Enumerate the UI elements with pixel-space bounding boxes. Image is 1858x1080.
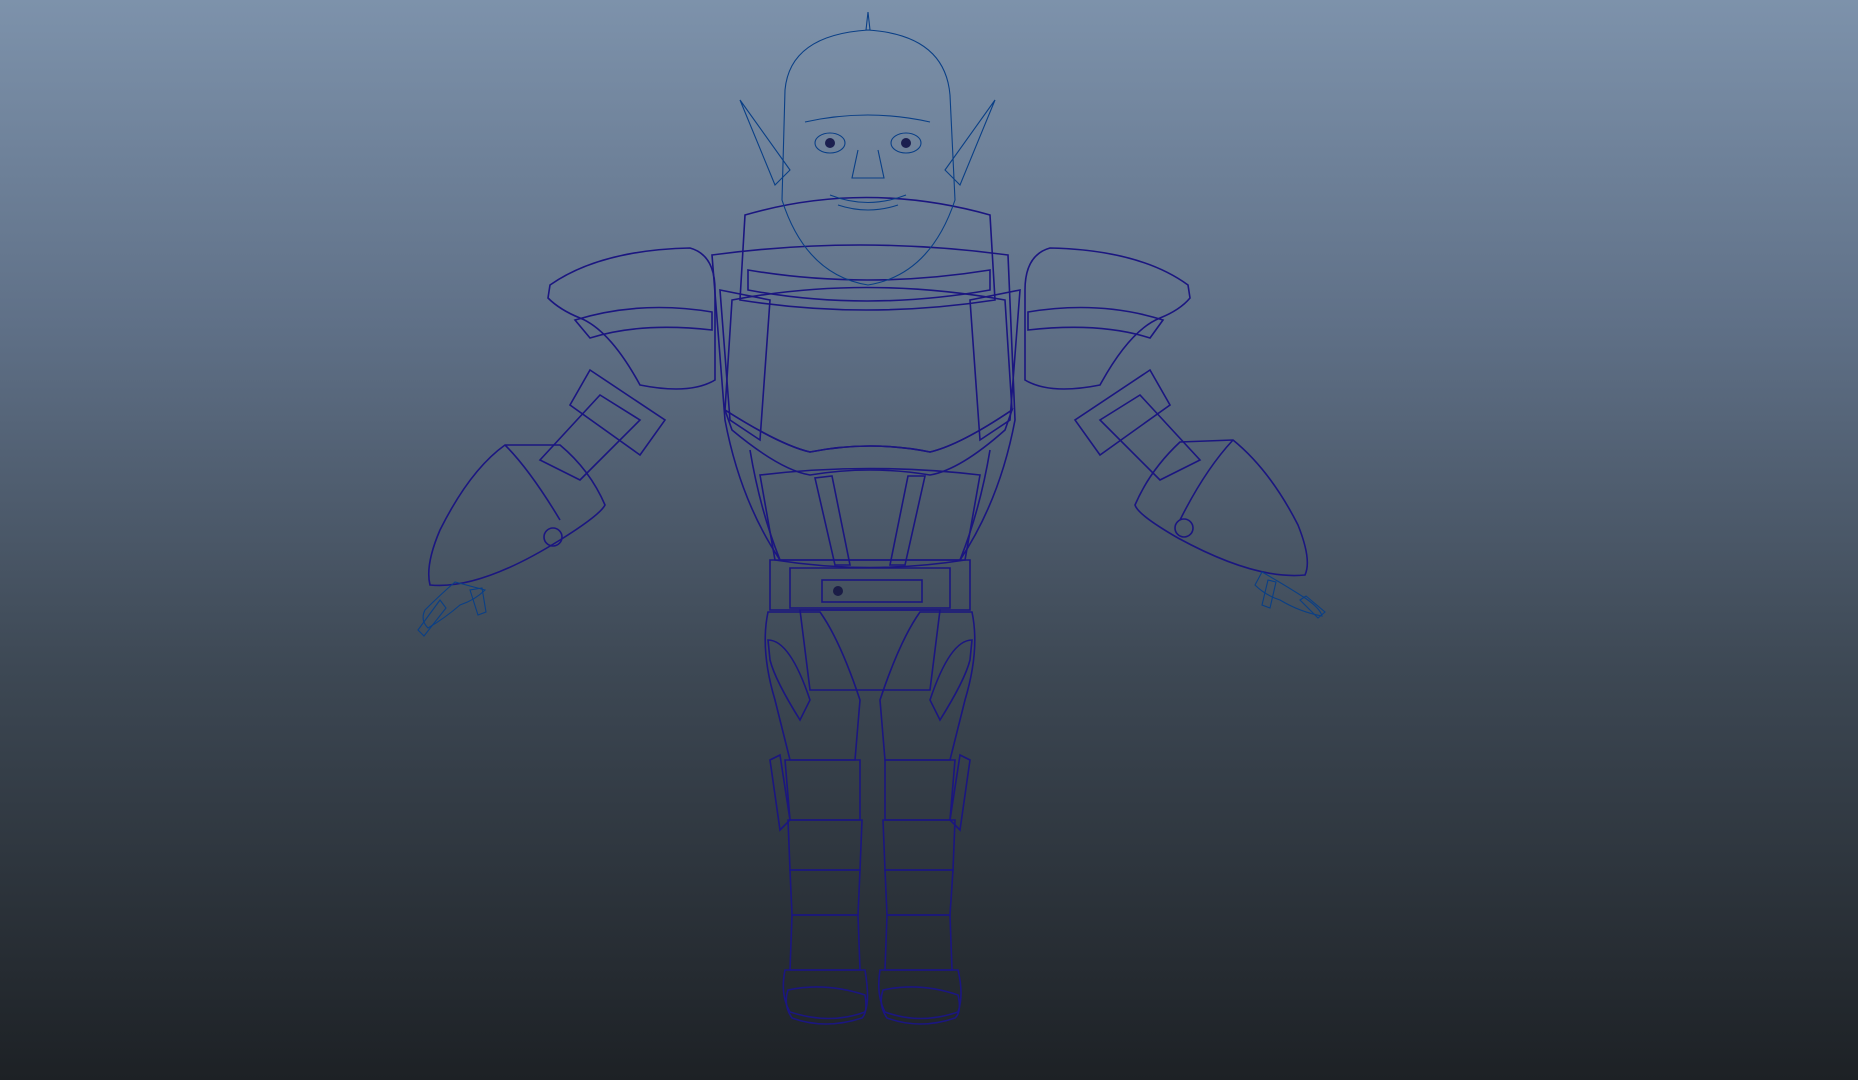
belt: [769, 559, 971, 611]
boots: [782, 969, 962, 1025]
right-arm: [1073, 368, 1326, 619]
left-arm: [417, 368, 667, 637]
left-hand: [417, 581, 487, 637]
character-model[interactable]: [0, 0, 1858, 1080]
legs: [764, 609, 976, 971]
3d-viewport[interactable]: [0, 0, 1858, 1080]
right-shoulder-pad: [1024, 247, 1191, 390]
right-boot: [878, 969, 962, 1020]
antenna: [865, 11, 871, 31]
right-wrist-button-icon: [1174, 518, 1194, 538]
left-boot: [782, 969, 869, 1020]
right-hand: [1254, 571, 1326, 619]
alien-head: [739, 11, 996, 286]
left-shoulder-pad: [547, 247, 716, 390]
left-wrist-button-icon: [543, 527, 563, 547]
